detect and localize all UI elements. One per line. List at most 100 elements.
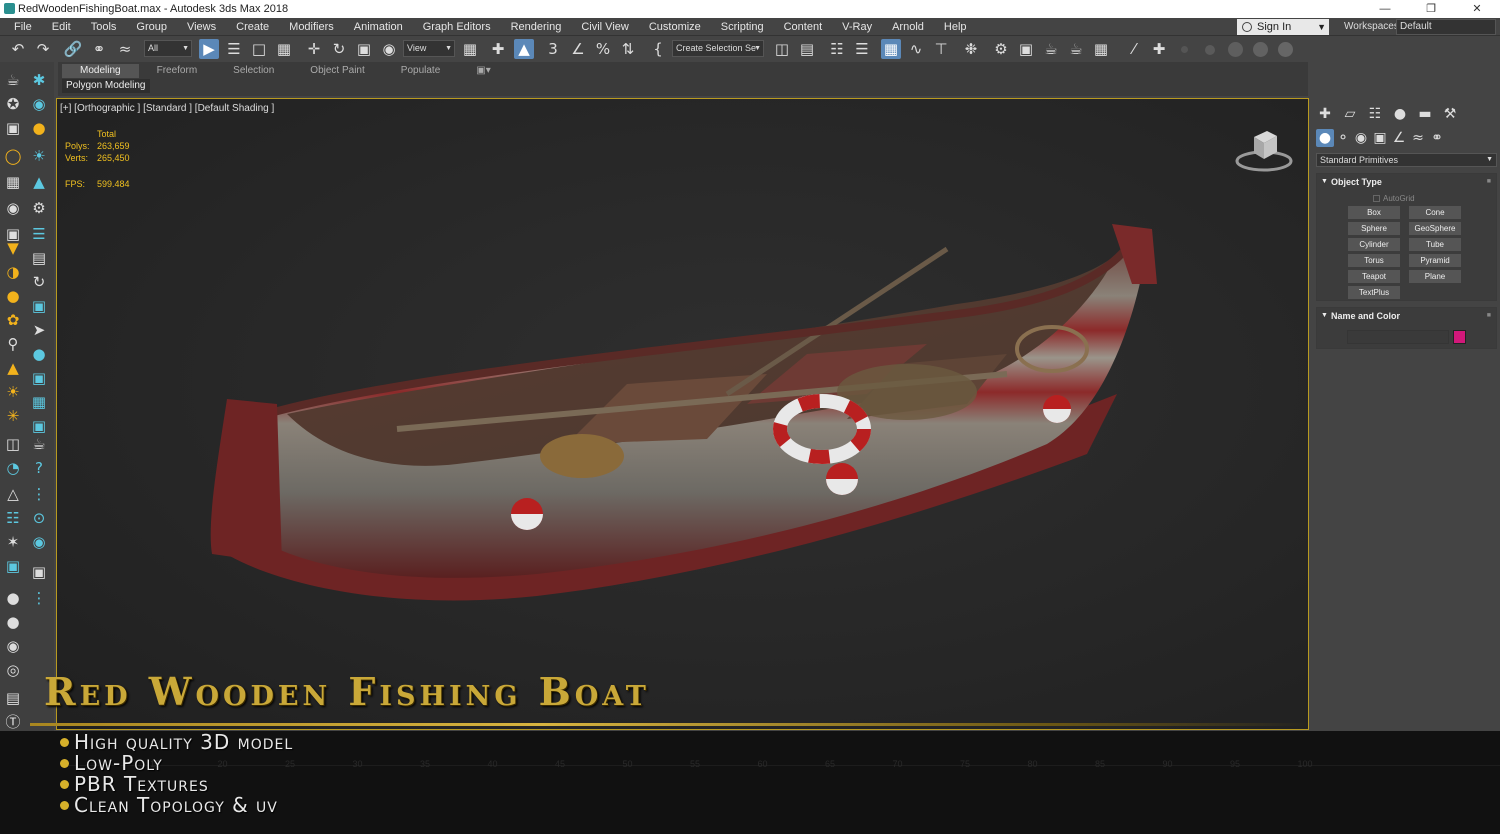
autogrid-checkbox[interactable]: AutoGrid: [1373, 194, 1415, 203]
rendered-frame-window-icon[interactable]: ▣: [1016, 39, 1036, 59]
shapes-icon[interactable]: ⚬: [1334, 129, 1352, 147]
flower-icon[interactable]: ✿: [3, 310, 23, 330]
restore-button[interactable]: ❐: [1408, 0, 1454, 18]
render-production-icon[interactable]: ☕: [1041, 39, 1061, 59]
textplus-button[interactable]: TextPlus: [1348, 286, 1400, 299]
panel-icon[interactable]: ▣: [29, 368, 49, 388]
material-ball-icon[interactable]: ●: [3, 588, 23, 608]
display-tab-icon[interactable]: ▬: [1416, 105, 1434, 123]
menu-arnold[interactable]: Arnold: [882, 18, 934, 36]
toggle-ribbon-icon[interactable]: ▦: [881, 39, 901, 59]
vray-icon[interactable]: Ⓣ: [3, 712, 23, 732]
viewport[interactable]: [+] [Orthographic ] [Standard ] [Default…: [56, 98, 1309, 730]
angle-snap-icon[interactable]: ∠: [568, 39, 588, 59]
globe-icon[interactable]: ◔: [3, 458, 23, 478]
boxed-icon[interactable]: ▣: [29, 562, 49, 582]
orbit-icon[interactable]: ⊙: [29, 508, 49, 528]
box-button[interactable]: Box: [1348, 206, 1400, 219]
modify-tab-icon[interactable]: ▱: [1341, 105, 1359, 123]
sun-icon[interactable]: ☀: [29, 146, 49, 166]
navigate-icon[interactable]: ➤: [29, 320, 49, 340]
snaps-toggle-icon[interactable]: 3: [543, 39, 563, 59]
object-name-field[interactable]: [1347, 330, 1449, 344]
menu-views[interactable]: Views: [177, 18, 226, 36]
arrow-tool-icon[interactable]: ▼: [3, 238, 23, 258]
menu-customize[interactable]: Customize: [639, 18, 711, 36]
scale-icon[interactable]: ▣: [354, 39, 374, 59]
pin-icon[interactable]: ⚲: [3, 334, 23, 354]
lights-icon[interactable]: ◉: [1352, 129, 1370, 147]
scatter-icon[interactable]: ⋮: [29, 588, 49, 608]
render-icon[interactable]: ▣: [3, 118, 23, 138]
ribbon-options-icon[interactable]: ▣▾: [458, 64, 508, 78]
light-bulb-icon[interactable]: ●: [29, 118, 49, 138]
material-editor-icon[interactable]: ❉: [961, 39, 981, 59]
menu-rendering[interactable]: Rendering: [501, 18, 572, 36]
cone-button[interactable]: Cone: [1409, 206, 1461, 219]
geometry-icon[interactable]: ●: [1316, 129, 1334, 147]
sign-in-button[interactable]: Sign In ▼: [1237, 19, 1329, 35]
tab-populate[interactable]: Populate: [383, 64, 458, 78]
create-tab-icon[interactable]: ✚: [1316, 105, 1334, 123]
menu-edit[interactable]: Edit: [42, 18, 81, 36]
open-a360-gallery-icon[interactable]: ⁄: [1124, 39, 1144, 59]
space-warps-icon[interactable]: ≈: [1409, 129, 1427, 147]
sphere-icon[interactable]: ●: [3, 286, 23, 306]
workspace-select[interactable]: Default: [1396, 19, 1496, 35]
redo-icon[interactable]: ↷: [33, 39, 53, 59]
cameras-icon[interactable]: ▣: [1371, 129, 1389, 147]
toggle-layer-explorer-icon[interactable]: ☰: [852, 39, 872, 59]
camera-icon[interactable]: ◉: [3, 198, 23, 218]
render-in-cloud-icon[interactable]: ▦: [1091, 39, 1111, 59]
name-and-color-header[interactable]: ▼ Name and Color ■: [1317, 308, 1496, 324]
tab-modeling[interactable]: Modeling: [62, 64, 139, 78]
menu-content[interactable]: Content: [774, 18, 833, 36]
gear-icon[interactable]: ⚙: [29, 198, 49, 218]
select-object-icon[interactable]: ▶: [199, 39, 219, 59]
double-sphere-icon[interactable]: ●: [3, 612, 23, 632]
help-icon[interactable]: ?: [29, 458, 49, 478]
geosphere-button[interactable]: GeoSphere: [1409, 222, 1461, 235]
window-crossing-icon[interactable]: ▦: [274, 39, 294, 59]
curve-editor-icon[interactable]: ∿: [906, 39, 926, 59]
rotate-object-icon[interactable]: ↻: [29, 272, 49, 292]
cubes-icon[interactable]: ▣: [3, 556, 23, 576]
teapot-button[interactable]: Teapot: [1348, 270, 1400, 283]
skull-icon[interactable]: ◉: [3, 636, 23, 656]
toggle-icon[interactable]: ◎: [3, 660, 23, 680]
menu-modifiers[interactable]: Modifiers: [279, 18, 344, 36]
placement-icon[interactable]: ◉: [379, 39, 399, 59]
menu-create[interactable]: Create: [226, 18, 279, 36]
sphere-button[interactable]: Sphere: [1348, 222, 1400, 235]
crosshair-icon[interactable]: ✚: [1149, 39, 1169, 59]
menu-vray[interactable]: V-Ray: [832, 18, 882, 36]
named-selection-select[interactable]: Create Selection Se ▼: [672, 40, 764, 57]
lamp-icon[interactable]: ●: [29, 344, 49, 364]
grass-icon[interactable]: ✶: [3, 532, 23, 552]
helpers-icon[interactable]: ∠: [1390, 129, 1408, 147]
spinner-snap-icon[interactable]: ⇅: [618, 39, 638, 59]
bin-icon[interactable]: ▤: [29, 248, 49, 268]
edit-named-selection-icon[interactable]: {: [648, 39, 668, 59]
spotlight-icon[interactable]: ▲: [3, 358, 23, 378]
cube-icon[interactable]: ◫: [3, 434, 23, 454]
shape-icon[interactable]: ◉: [29, 94, 49, 114]
menu-tools[interactable]: Tools: [81, 18, 127, 36]
ribbon-sub-panel[interactable]: Polygon Modeling: [62, 79, 150, 93]
schematic-view-icon[interactable]: ⊤: [931, 39, 951, 59]
align-icon[interactable]: ▤: [797, 39, 817, 59]
menu-help[interactable]: Help: [934, 18, 977, 36]
percent-snap-icon[interactable]: %: [593, 39, 613, 59]
select-manipulate-icon[interactable]: ✚: [488, 39, 508, 59]
menu-civil-view[interactable]: Civil View: [571, 18, 638, 36]
rotate-icon[interactable]: ↻: [329, 39, 349, 59]
primitive-category-select[interactable]: Standard Primitives ▼: [1316, 153, 1497, 167]
export-icon[interactable]: ▦: [29, 392, 49, 412]
teacup-icon[interactable]: ☕: [29, 434, 49, 454]
select-by-name-icon[interactable]: ☰: [224, 39, 244, 59]
grid-icon[interactable]: ▦: [3, 172, 23, 192]
render-iterative-icon[interactable]: ☕: [1066, 39, 1086, 59]
bind-spacewarp-icon[interactable]: ≈: [115, 39, 135, 59]
tube-button[interactable]: Tube: [1409, 238, 1461, 251]
hierarchy-tab-icon[interactable]: ☷: [1366, 105, 1384, 123]
